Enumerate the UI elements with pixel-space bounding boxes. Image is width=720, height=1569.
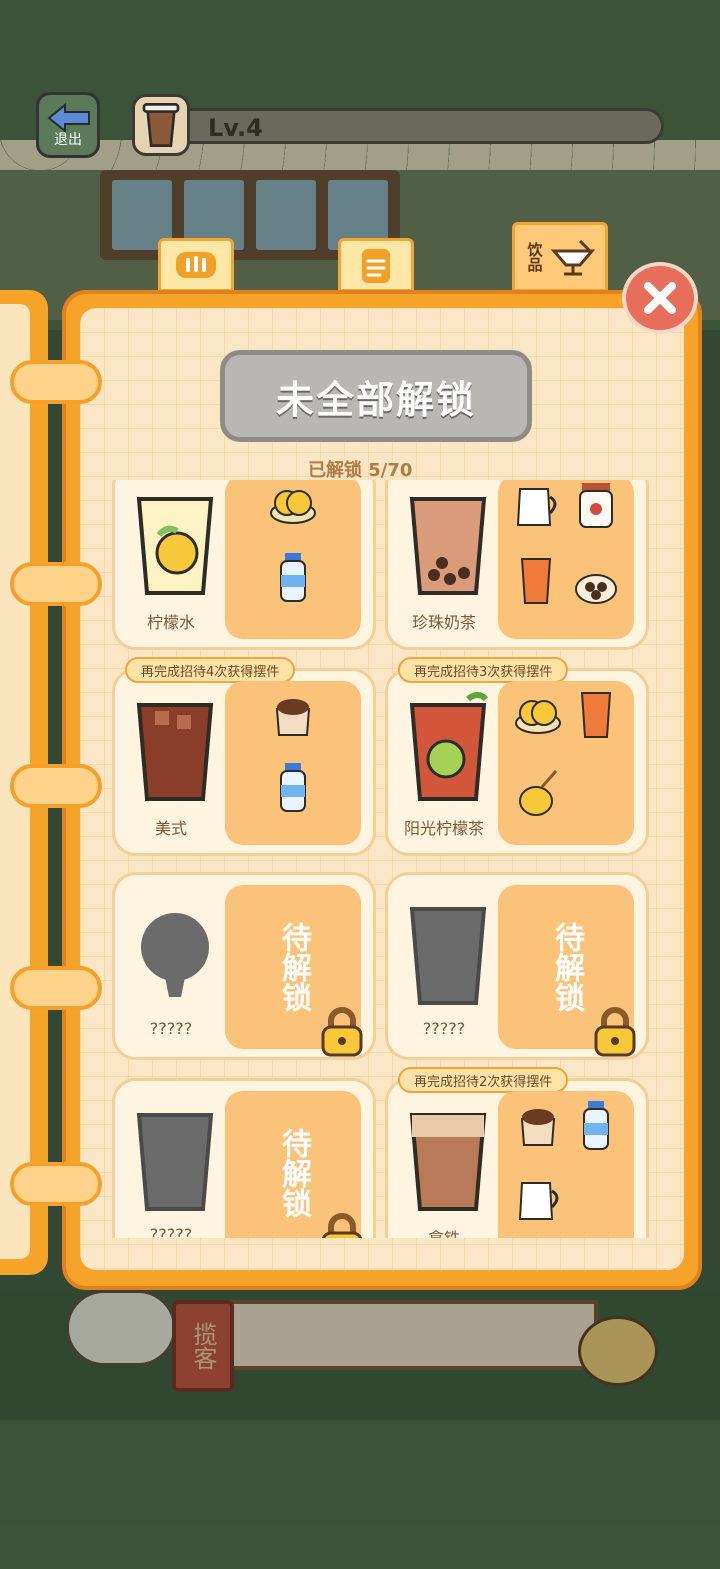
- recipe-name: ?????: [149, 1225, 193, 1238]
- water-bottle-icon: [280, 763, 306, 812]
- tea-jar-icon: [579, 483, 613, 528]
- recipe-name: 美式: [154, 819, 187, 838]
- milk-jug-icon: [516, 488, 557, 526]
- water-bottle-icon: [280, 553, 306, 602]
- recipe-name: ?????: [422, 1019, 466, 1038]
- recipe-name: 拿铁: [388, 1225, 500, 1238]
- ingredients-panel: [498, 1091, 634, 1238]
- pearls-icon: [575, 574, 617, 604]
- close-button[interactable]: [622, 262, 698, 334]
- juice-glass-icon: [580, 692, 612, 738]
- level-text: Lv.4: [208, 114, 263, 142]
- drink-icon: [550, 239, 595, 276]
- task-reward-tag: 再完成招待4次获得摆件: [125, 657, 296, 683]
- binder-ring: [10, 1162, 102, 1206]
- recipe-name: 柠檬水: [146, 613, 195, 632]
- binder-ring: [10, 360, 102, 404]
- task-reward-tag: 再完成招待2次获得摆件: [398, 1067, 569, 1093]
- recipe-name: 珍珠奶茶: [411, 613, 476, 632]
- bread-icon: [176, 252, 216, 278]
- binder-ring: [10, 562, 102, 606]
- bubble-tea-level-icon: [132, 94, 190, 156]
- water-bottle-icon: [583, 1101, 609, 1150]
- recipe-grid[interactable]: 柠檬水 珍珠奶茶 再完成招待4次获得摆件 美式 再完成招待3次获得摆件 阳光柠檬…: [110, 480, 652, 1238]
- recipe-card-locked[interactable]: 待解锁 ?????: [385, 872, 649, 1060]
- clipboard-icon: [362, 249, 390, 283]
- tab-bread[interactable]: [158, 238, 234, 292]
- recipe-card-lemon-tea[interactable]: 再完成招待3次获得摆件 阳光柠檬茶: [385, 657, 649, 856]
- recipe-card-lemonade[interactable]: 柠檬水: [112, 480, 376, 650]
- binder-ring: [10, 966, 102, 1010]
- latte-cup-icon: [409, 1113, 487, 1211]
- recipe-card-locked[interactable]: 待解锁 ?????: [112, 872, 376, 1060]
- binder-ring: [10, 764, 102, 808]
- tab-list[interactable]: [338, 238, 414, 292]
- recipe-card-locked[interactable]: 待解锁 ?????: [112, 1078, 376, 1238]
- tab-drinks-label: 饮品: [525, 242, 544, 272]
- lemon-tea-cup-icon: [409, 692, 489, 801]
- lemon-slices-icon: [515, 700, 561, 734]
- locked-cup-icon: [409, 907, 487, 1005]
- juice-glass-icon: [520, 558, 552, 604]
- back-arrow-icon: [47, 103, 90, 133]
- padlock-icon: [321, 1007, 363, 1057]
- ingredients-panel: [498, 480, 634, 639]
- exit-button[interactable]: 退出: [36, 92, 100, 158]
- recipe-card-americano[interactable]: 再完成招待4次获得摆件 美式: [112, 657, 376, 856]
- unlock-status-banner: 未全部解锁: [220, 350, 532, 442]
- ingredients-panel: 待解锁: [225, 885, 363, 1057]
- locked-dessert-icon: [141, 913, 209, 997]
- recipe-card-bubble-tea[interactable]: 珍珠奶茶: [385, 480, 649, 650]
- americano-cup-icon: [136, 703, 214, 801]
- unlock-progress-text: 已解锁 5/70: [308, 460, 413, 481]
- recipe-name: ?????: [149, 1019, 193, 1038]
- close-icon: [644, 282, 676, 314]
- padlock-icon: [321, 1213, 363, 1238]
- ingredients-panel: [498, 681, 634, 845]
- bubble-tea-cup-icon: [409, 497, 487, 595]
- milk-jug-icon: [518, 1182, 559, 1220]
- tab-drinks[interactable]: 饮品: [512, 222, 608, 292]
- lemon-slices-icon: [270, 490, 316, 524]
- recipe-card-latte[interactable]: 再完成招待2次获得摆件 拿铁: [385, 1067, 649, 1238]
- recipe-name: 阳光柠檬茶: [403, 819, 484, 838]
- padlock-icon: [594, 1007, 636, 1057]
- lemonade-cup-icon: [136, 497, 214, 595]
- ingredients-panel: [225, 480, 361, 639]
- coffee-beans-icon: [520, 1109, 556, 1146]
- honey-jar-icon: [519, 770, 558, 816]
- task-reward-tag: 再完成招待3次获得摆件: [398, 657, 569, 683]
- ingredients-panel: [225, 681, 361, 845]
- locked-cup-icon: [136, 1113, 214, 1211]
- coffee-beans-icon: [275, 699, 311, 736]
- ingredients-panel: 待解锁: [225, 1091, 363, 1238]
- ingredients-panel: 待解锁: [498, 885, 636, 1057]
